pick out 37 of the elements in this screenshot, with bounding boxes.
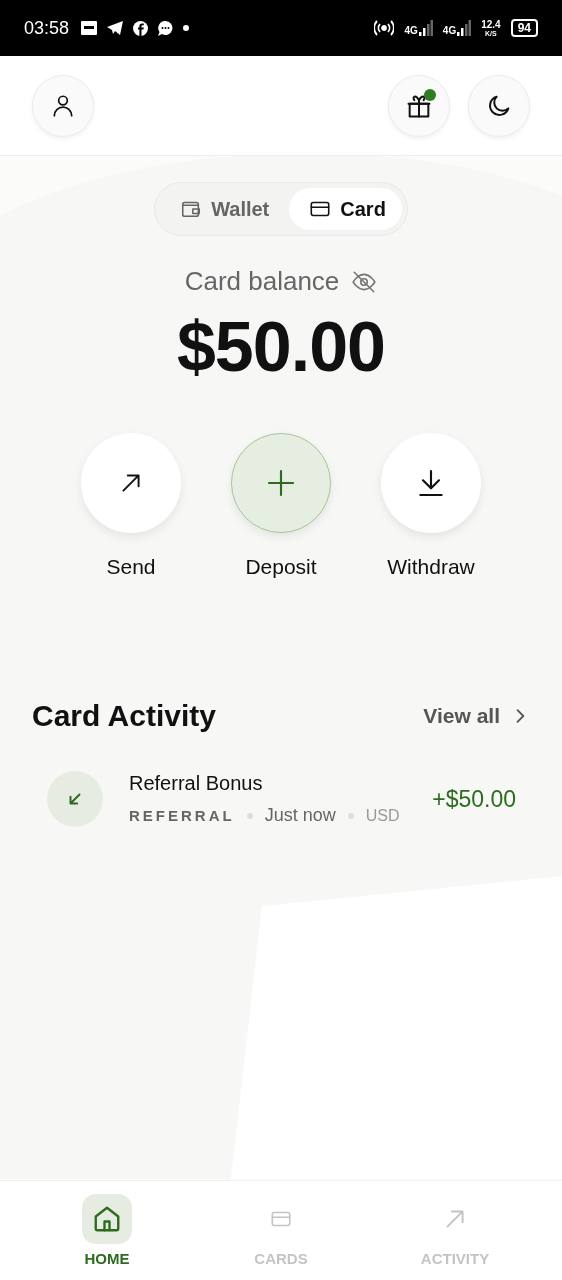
balance-label: Card balance bbox=[184, 266, 340, 297]
profile-button[interactable] bbox=[32, 74, 94, 137]
transaction-time: Just now bbox=[264, 805, 336, 826]
status-time: 03:58 bbox=[24, 17, 70, 39]
hotspot-icon bbox=[374, 20, 395, 36]
chat-bubble-icon bbox=[158, 20, 174, 36]
action-label: Withdraw bbox=[387, 555, 475, 579]
network-type: 4G bbox=[442, 25, 457, 36]
transaction-currency: USD bbox=[365, 806, 400, 825]
signal-icon bbox=[457, 20, 472, 36]
balance-amount: $50.00 bbox=[176, 307, 386, 387]
social-f-icon bbox=[133, 20, 149, 36]
network-speed: 12.4 bbox=[481, 19, 501, 30]
transaction-category: REFERRAL bbox=[129, 807, 235, 824]
balance-tab[interactable]: Card bbox=[289, 188, 402, 230]
balance-tab[interactable]: Wallet bbox=[160, 188, 286, 230]
dark-mode-button[interactable] bbox=[468, 74, 530, 137]
separator-dot bbox=[246, 812, 253, 819]
battery-indicator: 94 bbox=[510, 19, 538, 37]
nav-tab[interactable]: HOME bbox=[37, 1194, 177, 1267]
home-icon bbox=[92, 1204, 122, 1234]
dot-icon bbox=[183, 25, 190, 31]
action-label: Send bbox=[106, 555, 156, 579]
signal-icon bbox=[418, 20, 433, 36]
gift-button[interactable] bbox=[388, 74, 450, 137]
paper-plane-icon bbox=[107, 21, 124, 35]
separator-dot bbox=[347, 812, 354, 819]
section-title: Card Activity bbox=[32, 699, 216, 733]
arrow-down-left-icon bbox=[66, 790, 84, 808]
network-type: 4G bbox=[404, 25, 418, 36]
transaction-title: Referral Bonus bbox=[129, 772, 264, 795]
action-label: Deposit bbox=[245, 555, 317, 579]
transaction-amount: +$50.00 bbox=[432, 785, 516, 813]
app-notification-icon bbox=[81, 21, 98, 35]
hide-balance-button[interactable] bbox=[351, 268, 378, 295]
plus-icon bbox=[265, 467, 297, 499]
view-all-link[interactable]: View all bbox=[423, 704, 530, 728]
